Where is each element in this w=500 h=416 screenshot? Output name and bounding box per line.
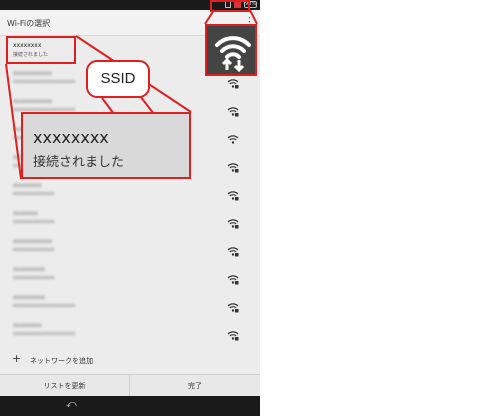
add-network-item[interactable]: + ネットワークを追加 — [0, 346, 260, 374]
network-ssid: xxxxxxxx — [13, 322, 42, 329]
wifi-zoom-panel — [205, 24, 257, 76]
network-status: xxxxxxxxxxxxxxxxxxxxx — [13, 79, 76, 85]
add-network-label: ネットワークを追加 — [30, 357, 93, 365]
plus-icon: + — [12, 352, 22, 365]
wifi-locked-icon — [227, 102, 239, 117]
network-status: xxxxxxxxxxxxxx — [13, 247, 55, 253]
network-item[interactable]: xxxxxxxxxxx xxxxxxxxxxxxxx — [0, 232, 260, 260]
wifi-icon — [227, 130, 239, 144]
done-button[interactable]: 完了 — [130, 375, 260, 397]
wifi-locked-icon — [227, 270, 239, 285]
wifi-locked-icon — [227, 186, 239, 201]
network-item[interactable]: xxxxxxxx xxxxxxxxxxxxxxxxxxxxx — [0, 316, 260, 344]
ssid-callout-label: SSID — [86, 60, 150, 98]
ssid-zoom-panel: xxxxxxxx 接続されました — [21, 112, 191, 179]
wifi-locked-icon — [227, 214, 239, 229]
network-status: xxxxxxxxxxxxxx — [13, 191, 55, 197]
wifi-locked-icon — [227, 298, 239, 313]
network-ssid: xxxxxxxxxxx — [13, 238, 53, 245]
network-ssid: xxxxxxxxxxx — [13, 70, 53, 77]
network-ssid: xxxxxxxx — [13, 182, 42, 189]
network-ssid: xxxxxxx — [13, 210, 38, 217]
network-item[interactable]: xxxxxxxx xxxxxxxxxxxxxx — [0, 176, 260, 204]
network-item[interactable]: xxxxxxx xxxxxxxxxxxxxx — [0, 204, 260, 232]
wifi-updown-icon — [215, 36, 251, 73]
wifi-locked-icon — [227, 158, 239, 173]
wifi-locked-icon — [227, 242, 239, 257]
back-icon[interactable]: ⤺ — [66, 400, 77, 410]
bottom-button-bar: リストを更新 完了 — [0, 374, 260, 397]
network-ssid: xxxxxxxxx — [13, 294, 45, 301]
network-ssid: xxxxxxxxxxx — [13, 98, 53, 105]
page-title: Wi-Fiの選択 — [7, 19, 51, 28]
wifi-locked-icon — [227, 326, 239, 341]
zoom-status: 接続されました — [33, 155, 125, 170]
connected-network-highlight — [6, 36, 76, 64]
network-ssid: xxxxxxxxx — [13, 266, 45, 273]
network-item[interactable]: xxxxxxxxx xxxxxxxxxxxxxxxxxxxxx — [0, 288, 260, 316]
network-status: xxxxxxxxxxxxxxxxxxxxx — [13, 303, 76, 309]
network-status: xxxxxxxxxxxxxx — [13, 219, 55, 225]
network-status: xxxxxxxxxxxxxxxxxxxxx — [13, 331, 76, 337]
refresh-list-button[interactable]: リストを更新 — [0, 375, 130, 397]
zoom-ssid: xxxxxxxx — [33, 128, 109, 147]
network-status: xxxxxxxxxxxxxx — [13, 275, 55, 281]
network-item[interactable]: xxxxxxxxx xxxxxxxxxxxxxx — [0, 260, 260, 288]
status-wifi-highlight — [210, 0, 250, 12]
navigation-bar: ⤺ — [0, 396, 260, 416]
